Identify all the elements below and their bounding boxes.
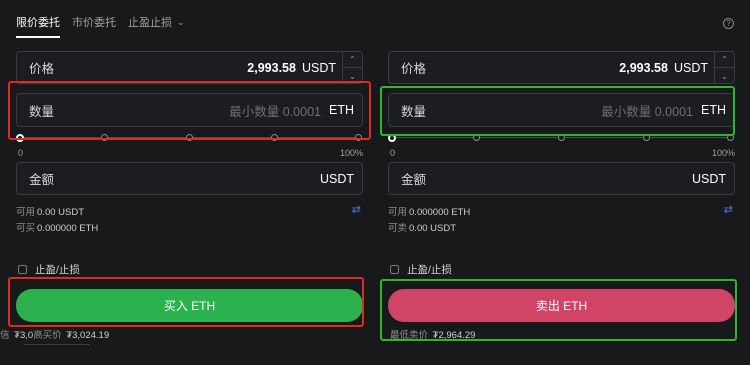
sell-available-value: 0.000000 ETH	[409, 207, 471, 218]
tab-tp-sl-label: 止盈止损	[128, 17, 172, 29]
tab-limit-order[interactable]: 限价委托	[16, 15, 60, 38]
slider-dot-50[interactable]	[558, 134, 565, 141]
sell-quantity-placeholder: 最小数量 0.0001	[601, 104, 693, 119]
slider-max-label: 100%	[711, 148, 735, 158]
buy-best-price: 信 ₮3,0高买价 ₮3,024.19	[0, 327, 109, 341]
buy-amount-field[interactable]: 金额 USDT	[16, 162, 363, 195]
sell-tpsl-checkbox[interactable]: 止盈/止损	[390, 262, 452, 277]
chevron-up-icon[interactable]: ⌃	[715, 51, 734, 68]
sell-tpsl-label: 止盈/止损	[407, 264, 452, 276]
buy-quantity-unit: ETH	[329, 103, 354, 117]
buy-price-label: 价格	[29, 62, 55, 76]
buy-price-value: 2,993.58	[247, 60, 296, 75]
chevron-down-icon[interactable]: ⌄	[343, 68, 362, 84]
sell-price-value: 2,993.58	[619, 60, 668, 75]
slider-dot-0[interactable]	[388, 133, 396, 142]
slider-dot-25[interactable]	[473, 134, 480, 141]
buy-best-value-fragment: ₮3,0	[14, 330, 34, 341]
checkbox-icon	[390, 265, 399, 274]
slider-dot-75[interactable]	[643, 134, 650, 141]
sell-can-sell-value: 0.00 USDT	[409, 223, 457, 234]
swap-icon[interactable]: ⇄	[352, 203, 361, 216]
order-type-tabs: 限价委托 市价委托 止盈止损 ⌄	[16, 15, 197, 39]
chevron-down-icon: ⌄	[177, 17, 185, 27]
sell-best-price: 最低卖价 ₮2,964.29	[390, 327, 475, 341]
sell-available: 可用 0.000000 ETH	[388, 204, 470, 218]
slider-min-label: 0	[390, 148, 396, 158]
buy-quantity-field[interactable]: 数量 最小数量 0.0001 ETH	[16, 93, 363, 127]
divider	[24, 344, 90, 345]
sell-amount-unit: USDT	[691, 171, 726, 186]
buy-best-value: ₮3,024.19	[66, 330, 110, 341]
buy-can-buy-label: 可买	[16, 223, 36, 234]
sell-quantity-label: 数量	[401, 104, 427, 119]
sell-can-sell-label: 可卖	[388, 223, 408, 234]
sell-quantity-unit: ETH	[701, 103, 726, 117]
slider-dot-25[interactable]	[101, 134, 108, 141]
buy-panel: 价格 2,993.58 USDT ⌃ ⌄ 数量 最小数量 0.0001 ETH …	[0, 48, 363, 348]
buy-best-label: 高买价	[33, 330, 62, 341]
sell-percent-slider[interactable]	[388, 132, 735, 144]
sell-best-label: 最低卖价	[390, 330, 429, 341]
chevron-up-icon[interactable]: ⌃	[343, 51, 362, 68]
sell-amount-field[interactable]: 金额 USDT	[388, 162, 735, 195]
slider-dot-75[interactable]	[271, 134, 278, 141]
slider-dot-100[interactable]	[727, 134, 734, 141]
sell-available-label: 可用	[388, 207, 408, 218]
buy-eth-button[interactable]: 买入 ETH	[16, 289, 363, 322]
sell-eth-button[interactable]: 卖出 ETH	[388, 289, 735, 322]
slider-max-label: 100%	[339, 148, 363, 158]
help-icon[interactable]: ?	[723, 18, 734, 29]
buy-available-label: 可用	[16, 207, 36, 218]
buy-can-buy-value: 0.000000 ETH	[37, 223, 99, 234]
tab-tp-sl[interactable]: 止盈止损 ⌄	[128, 15, 185, 38]
buy-price-field[interactable]: 价格 2,993.58 USDT ⌃ ⌄	[16, 51, 363, 84]
slider-dot-50[interactable]	[186, 134, 193, 141]
buy-percent-slider[interactable]	[16, 132, 363, 144]
sell-best-value: ₮2,964.29	[432, 330, 476, 341]
slider-dot-100[interactable]	[355, 134, 362, 141]
sell-quantity-field[interactable]: 数量 最小数量 0.0001 ETH	[388, 93, 735, 127]
tab-market-order[interactable]: 市价委托	[72, 15, 116, 38]
sell-price-label: 价格	[401, 62, 427, 76]
buy-quantity-placeholder: 最小数量 0.0001	[229, 104, 321, 119]
checkbox-icon	[18, 265, 27, 274]
buy-price-stepper: ⌃ ⌄	[342, 51, 362, 84]
buy-amount-label: 金额	[29, 173, 55, 187]
buy-tpsl-checkbox[interactable]: 止盈/止损	[18, 262, 80, 277]
chevron-down-icon[interactable]: ⌄	[715, 68, 734, 84]
buy-amount-unit: USDT	[319, 171, 354, 186]
buy-available: 可用 0.00 USDT	[16, 204, 84, 218]
buy-available-value: 0.00 USDT	[37, 207, 85, 218]
slider-dot-0[interactable]	[16, 133, 24, 142]
sell-price-unit: USDT	[673, 60, 708, 75]
sell-panel: 价格 2,993.58 USDT ⌃ ⌄ 数量 最小数量 0.0001 ETH …	[388, 48, 735, 348]
sell-can-sell: 可卖 0.00 USDT	[388, 220, 456, 234]
slider-min-label: 0	[18, 148, 24, 158]
sell-price-stepper: ⌃ ⌄	[714, 51, 734, 84]
swap-icon[interactable]: ⇄	[724, 203, 733, 216]
buy-tpsl-label: 止盈/止损	[35, 264, 80, 276]
buy-quantity-label: 数量	[29, 104, 55, 119]
sell-amount-label: 金额	[401, 173, 427, 187]
buy-best-label-fragment: 信	[0, 330, 10, 341]
buy-price-unit: USDT	[301, 60, 336, 75]
buy-can-buy: 可买 0.000000 ETH	[16, 220, 98, 234]
sell-price-field[interactable]: 价格 2,993.58 USDT ⌃ ⌄	[388, 51, 735, 84]
